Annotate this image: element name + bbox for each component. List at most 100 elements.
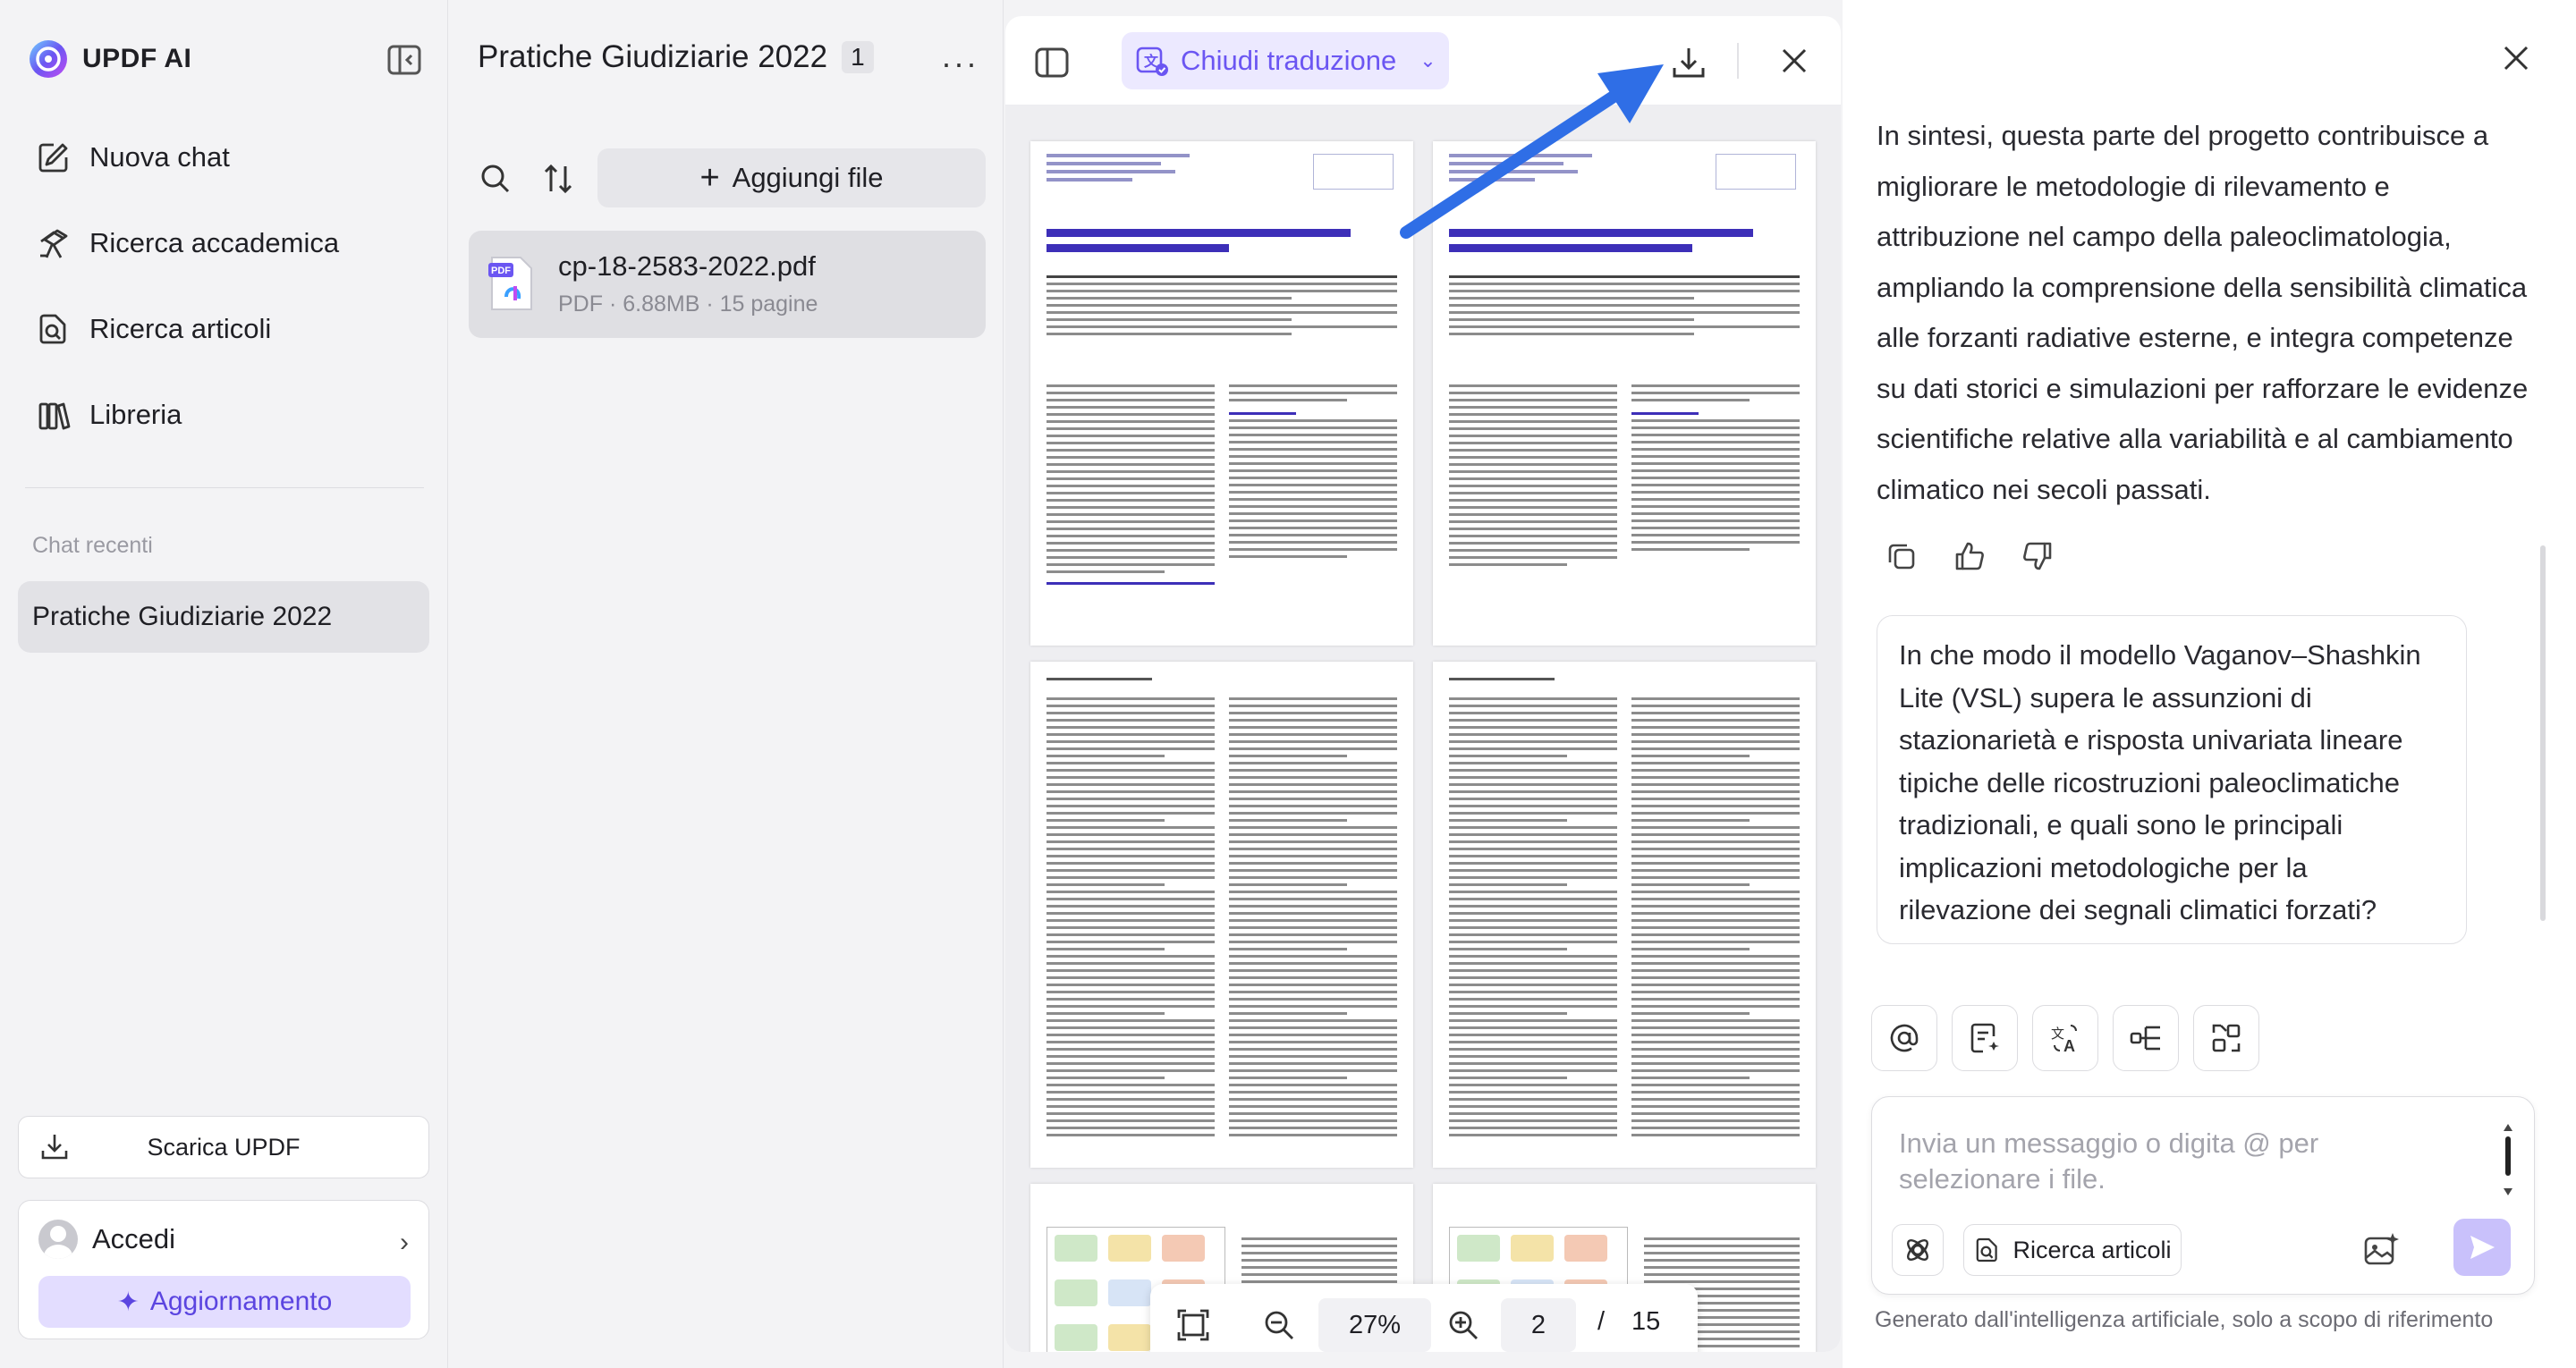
pdf-pages-area[interactable]: 27% 2 / 15 bbox=[1005, 106, 1841, 1352]
research-articles-button[interactable]: Ricerca articoli bbox=[1963, 1224, 2182, 1276]
upgrade-button[interactable]: ✦ Aggiornamento bbox=[38, 1276, 411, 1328]
text-line bbox=[1046, 1005, 1215, 1008]
text-line bbox=[1449, 840, 1617, 843]
brand-name: UPDF AI bbox=[82, 44, 192, 73]
sort-icon[interactable] bbox=[538, 159, 578, 198]
text-line bbox=[1631, 1112, 1800, 1115]
current-page-input[interactable]: 2 bbox=[1501, 1298, 1576, 1352]
text-line bbox=[1046, 1069, 1215, 1072]
zoom-out-icon[interactable] bbox=[1261, 1307, 1297, 1343]
fit-page-icon[interactable] bbox=[1175, 1307, 1211, 1343]
nav-item-academic-research[interactable]: Ricerca accademica bbox=[18, 200, 431, 286]
text-line bbox=[1631, 998, 1800, 1001]
text-line bbox=[1631, 1041, 1800, 1043]
summarize-button[interactable] bbox=[1952, 1005, 2018, 1071]
text-line bbox=[1449, 762, 1617, 764]
text-line bbox=[1631, 984, 1800, 986]
answer-actions bbox=[1885, 540, 2054, 572]
text-line bbox=[1449, 798, 1617, 800]
research-articles-label: Ricerca articoli bbox=[2012, 1236, 2172, 1263]
pdf-page-original[interactable] bbox=[1030, 141, 1413, 646]
text-line bbox=[1631, 747, 1800, 750]
nav-item-library[interactable]: Libreria bbox=[18, 372, 431, 458]
text-line bbox=[1046, 776, 1215, 779]
text-line bbox=[1449, 1055, 1617, 1058]
text-line bbox=[1449, 755, 1567, 757]
text-line bbox=[1631, 819, 1750, 822]
download-icon[interactable] bbox=[1669, 43, 1708, 82]
message-input[interactable] bbox=[1899, 1126, 2436, 1206]
thumbs-up-icon[interactable] bbox=[1953, 540, 1986, 572]
text-line bbox=[1631, 1012, 1750, 1015]
text-line bbox=[1631, 1034, 1800, 1036]
text-line bbox=[1229, 819, 1347, 822]
text-line bbox=[1449, 969, 1617, 972]
text-line bbox=[1229, 798, 1397, 800]
text-line bbox=[1229, 1077, 1347, 1079]
more-options-icon[interactable]: ··· bbox=[941, 45, 979, 82]
thumbs-down-icon[interactable] bbox=[2021, 540, 2054, 572]
ai-disclaimer: Generato dall'intelligenza artificiale, … bbox=[1875, 1307, 2494, 1332]
add-file-button[interactable]: + Aggiungi file bbox=[597, 148, 986, 207]
translate-button[interactable]: 文A bbox=[2032, 1005, 2098, 1071]
text-line bbox=[1631, 712, 1800, 714]
text-line bbox=[1631, 1084, 1800, 1086]
text-line bbox=[1631, 1105, 1800, 1108]
brand[interactable]: UPDF AI bbox=[27, 36, 191, 82]
text-line bbox=[1631, 948, 1750, 950]
body-columns bbox=[1449, 697, 1800, 1141]
send-button[interactable] bbox=[2453, 1219, 2511, 1276]
composer-scrollbar[interactable] bbox=[2504, 1124, 2512, 1195]
text-line bbox=[1449, 941, 1617, 943]
close-translation-button[interactable]: 文 Chiudi traduzione ⌄ bbox=[1122, 32, 1449, 89]
text-line bbox=[1046, 912, 1215, 915]
text-line bbox=[1631, 798, 1800, 800]
compare-button[interactable] bbox=[2193, 1005, 2259, 1071]
text-line bbox=[1631, 740, 1800, 743]
text-line bbox=[1631, 862, 1800, 865]
text-line bbox=[1631, 776, 1800, 779]
mention-file-button[interactable] bbox=[1871, 1005, 1937, 1071]
text-line bbox=[1449, 833, 1617, 836]
nav-item-new-chat[interactable]: Nuova chat bbox=[18, 114, 431, 200]
zoom-in-icon[interactable] bbox=[1445, 1307, 1481, 1343]
pdf-page-translated[interactable] bbox=[1433, 662, 1816, 1168]
text-line bbox=[1046, 747, 1215, 750]
recent-chat-item[interactable]: Pratiche Giudiziarie 2022 bbox=[18, 581, 429, 653]
collapse-sidebar-icon[interactable] bbox=[386, 43, 422, 77]
attach-model-button[interactable] bbox=[1892, 1224, 1944, 1276]
pdf-page-original[interactable] bbox=[1030, 662, 1413, 1168]
chat-scrollbar[interactable] bbox=[2540, 545, 2546, 921]
file-item[interactable]: PDF cp-18-2583-2022.pdf PDF · 6.88MB · 1… bbox=[469, 231, 986, 338]
text-line bbox=[1046, 798, 1215, 800]
text-line bbox=[1229, 976, 1397, 979]
text-line bbox=[1229, 769, 1397, 772]
text-line bbox=[1046, 1041, 1215, 1043]
text-line bbox=[1449, 1127, 1617, 1129]
text-line bbox=[1631, 1055, 1800, 1058]
text-line bbox=[1046, 812, 1215, 815]
pdf-page-translated[interactable] bbox=[1433, 141, 1816, 646]
text-line bbox=[1449, 848, 1617, 850]
close-icon[interactable] bbox=[2501, 43, 2531, 73]
text-line bbox=[1046, 833, 1215, 836]
zoom-level[interactable]: 27% bbox=[1318, 1298, 1431, 1352]
text-line bbox=[1046, 733, 1215, 736]
nav-item-article-search[interactable]: Ricerca articoli bbox=[18, 286, 431, 372]
text-line bbox=[1631, 790, 1800, 793]
chevron-right-icon: › bbox=[400, 1228, 409, 1257]
sign-in-row[interactable]: Accedi › bbox=[38, 1217, 409, 1262]
text-line bbox=[1449, 826, 1617, 829]
text-line bbox=[1046, 783, 1215, 786]
close-icon[interactable] bbox=[1778, 45, 1810, 77]
text-line bbox=[1229, 876, 1397, 879]
image-upload-icon[interactable] bbox=[2362, 1231, 2400, 1269]
search-icon[interactable] bbox=[476, 159, 515, 198]
thumbnails-panel-icon[interactable] bbox=[1034, 46, 1070, 79]
copy-icon[interactable] bbox=[1885, 540, 1918, 572]
download-updf-button[interactable]: Scarica UPDF bbox=[18, 1116, 429, 1178]
text-line bbox=[1229, 712, 1397, 714]
mindmap-button[interactable] bbox=[2113, 1005, 2179, 1071]
text-line bbox=[1631, 855, 1800, 857]
text-line bbox=[1046, 740, 1215, 743]
